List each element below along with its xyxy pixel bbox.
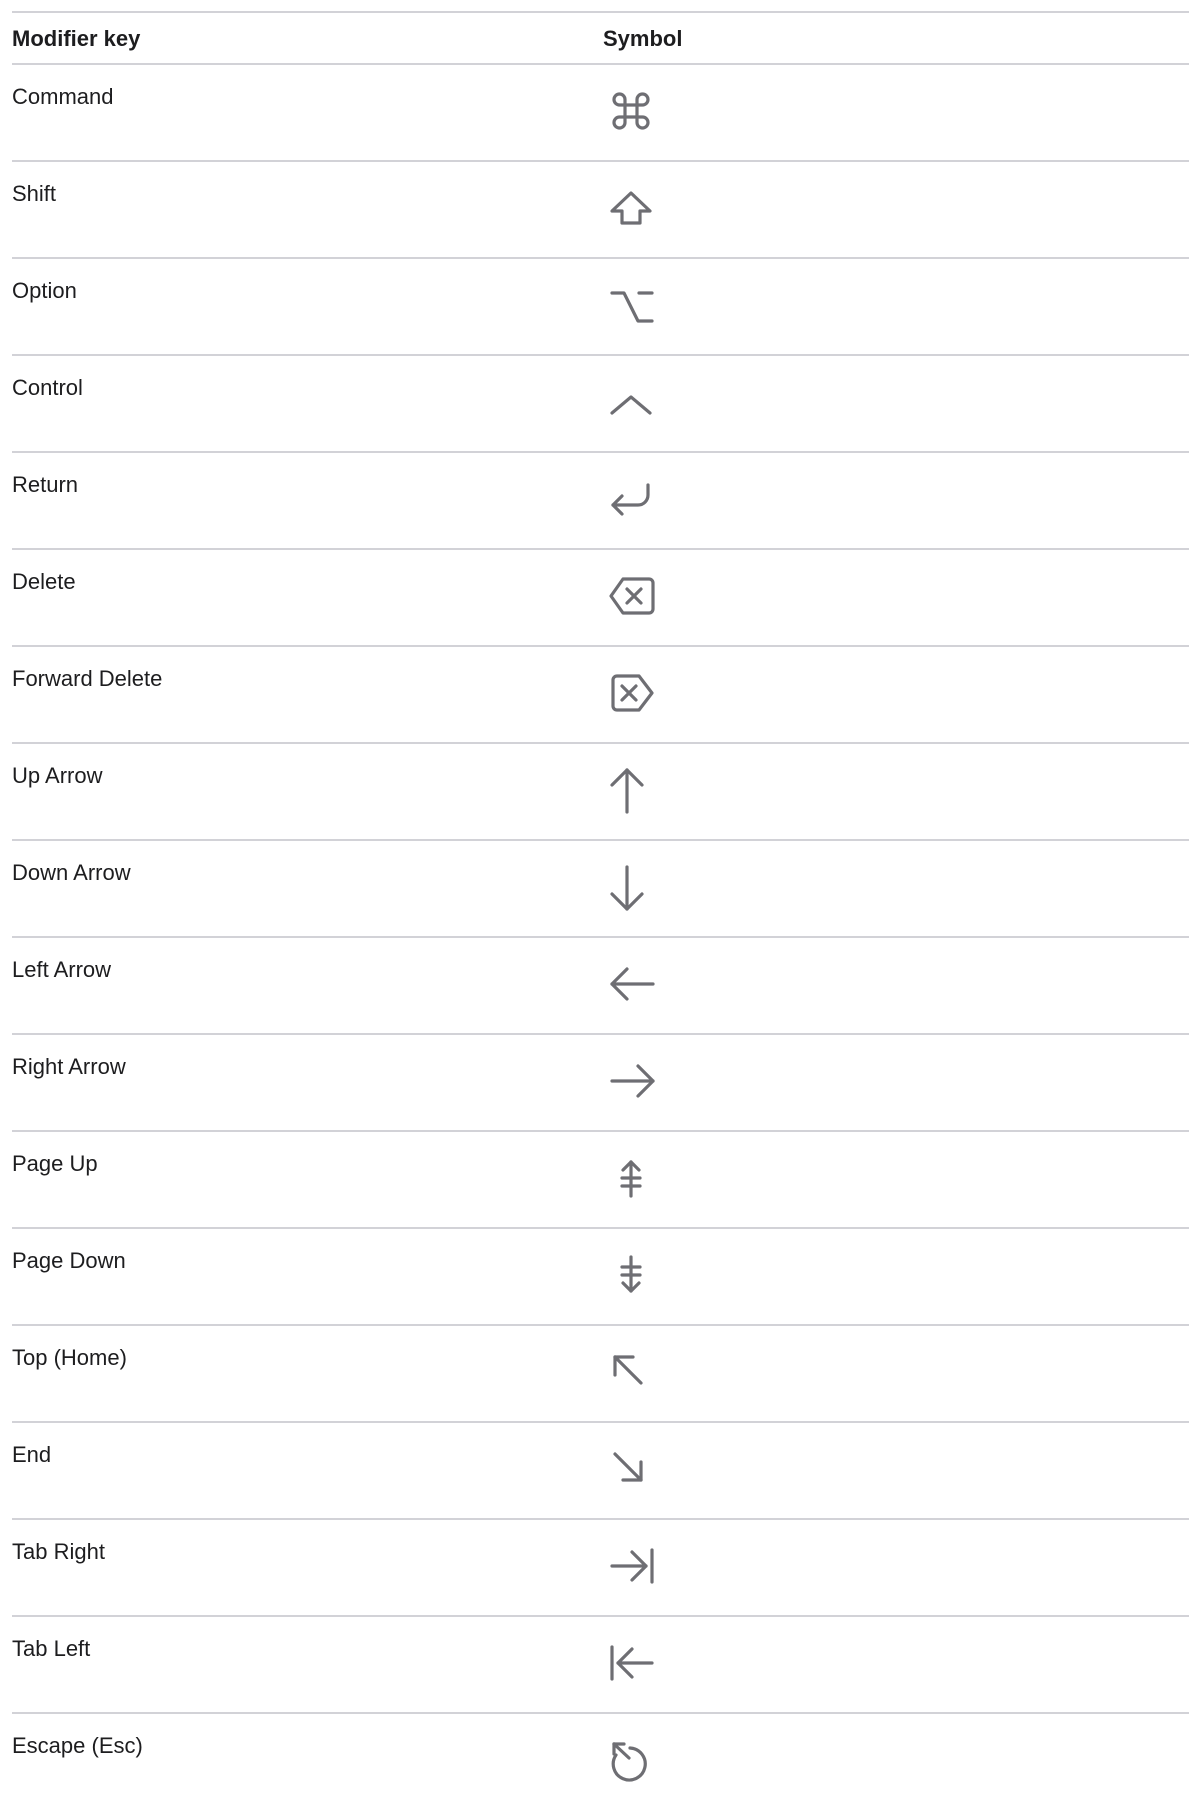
row-label: Top (Home) [12,1345,127,1370]
up-arrow-icon [603,762,659,818]
table-row: Escape (Esc) [12,1714,1189,1809]
row-label: Delete [12,569,76,594]
control-icon [603,374,659,430]
row-label: Option [12,278,77,303]
modifier-key-table: Modifier key Symbol Command Shift Option [12,11,1189,1809]
delete-icon [603,568,659,624]
down-arrow-icon [603,859,659,915]
shift-icon [603,180,659,236]
table-row: Left Arrow [12,938,1189,1035]
row-label: Page Up [12,1151,98,1176]
row-label: Left Arrow [12,957,112,982]
row-label: Up Arrow [12,763,103,788]
command-icon [603,83,659,139]
row-label: Down Arrow [12,860,131,885]
row-label: Escape (Esc) [12,1733,143,1758]
row-label: Return [12,472,79,497]
top-home-icon [603,1344,659,1400]
table-row: Tab Left [12,1617,1189,1714]
table-row: Forward Delete [12,647,1189,744]
table-row: Option [12,259,1189,356]
row-label: Right Arrow [12,1054,126,1079]
table-row: Command [12,65,1189,162]
option-icon [603,277,659,333]
row-label: Shift [12,181,57,206]
page-down-icon [603,1247,659,1303]
page-up-icon [603,1150,659,1206]
right-arrow-icon [603,1053,659,1109]
escape-icon [603,1732,659,1788]
return-icon [603,471,659,527]
forward-delete-icon [603,665,659,721]
end-icon [603,1441,659,1497]
row-label: Tab Left [12,1636,91,1661]
header-symbol: Symbol [603,26,683,51]
row-label: Tab Right [12,1539,105,1564]
tab-right-icon [603,1538,659,1594]
header-modifier-key: Modifier key [12,26,141,51]
table-row: Tab Right [12,1520,1189,1617]
table-row: Control [12,356,1189,453]
table-row: Up Arrow [12,744,1189,841]
table-row: End [12,1423,1189,1520]
row-label: End [12,1442,52,1467]
table-row: Delete [12,550,1189,647]
table-row: Shift [12,162,1189,259]
left-arrow-icon [603,956,659,1012]
row-label: Forward Delete [12,666,163,691]
table-row: Page Down [12,1229,1189,1326]
table-row: Right Arrow [12,1035,1189,1132]
table-row: Top (Home) [12,1326,1189,1423]
table-row: Return [12,453,1189,550]
table-header-row: Modifier key Symbol [12,13,1189,65]
row-label: Page Down [12,1248,126,1273]
table-row: Page Up [12,1132,1189,1229]
tab-left-icon [603,1635,659,1691]
row-label: Control [12,375,83,400]
row-label: Command [12,84,114,109]
table-row: Down Arrow [12,841,1189,938]
